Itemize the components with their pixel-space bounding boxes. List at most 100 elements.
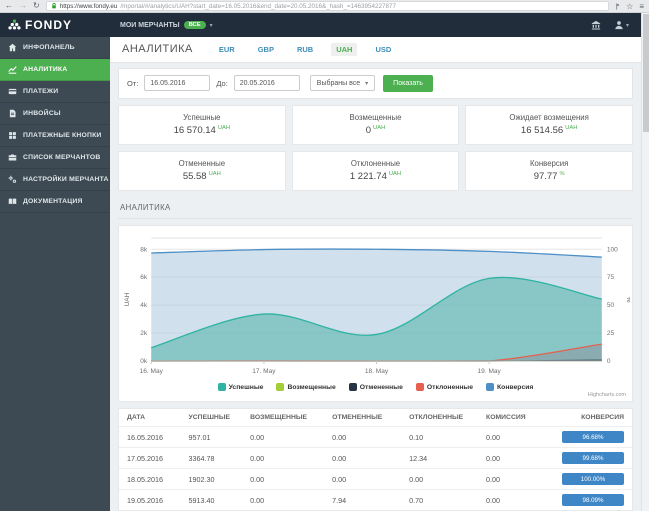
table-row: 16.05.2016 957.01 0.00 0.00 0.10 0.00 96.68% [119,426,632,448]
browser-forward-icon[interactable]: → [19,2,27,10]
fondy-logo[interactable]: FONDY [8,18,108,32]
cell-refunded: 0.00 [242,489,325,510]
cell-fee: 0.00 [478,489,540,510]
cell-declined: 0.00 [401,468,479,490]
svg-text:0: 0 [607,358,611,365]
home-icon [8,43,18,52]
briefcase-icon [8,153,18,162]
page-tools-icon[interactable] [615,2,620,10]
browser-reload-icon[interactable]: ↻ [33,2,40,10]
svg-text:18. May: 18. May [365,368,389,375]
tab-currency-rub[interactable]: RUB [292,43,318,56]
svg-text:6k: 6k [140,274,148,281]
sidebar-item-payment-buttons[interactable]: ПЛАТЕЖНЫЕ КНОПКИ [0,125,110,147]
legend-swatch [348,383,357,391]
fondy-logo-icon [8,19,21,31]
stat-value: 16 570.14 UAH [173,124,231,136]
stat-unit: UAH [217,124,231,131]
table-row: 18.05.2016 1902.30 0.00 0.00 0.00 0.00 100.00% [119,468,632,490]
sidebar-item-merchant-list[interactable]: СПИСОК МЕРЧАНТОВ [0,147,110,169]
analytics-chart: 0k 2k 4k 6k 8k 0 25 50 75 100 UAH% 16. May 17. May 18… [121,230,630,381]
browser-actions: ☆ ≡ [615,2,644,11]
date-to-label: До: [216,78,228,88]
sidebar-menu: ИНФОПАНЕЛЬ АНАЛИТИКА ПЛАТЕЖИ ИНВОЙСЫ ПЛАТЕЖН… [0,37,110,511]
cell-refunded: 0.00 [242,468,325,490]
stat-unit: UAH [388,170,402,177]
sidebar-item-merchant-settings[interactable]: НАСТРОЙКИ МЕРЧАНТА [0,169,110,191]
stat-unit: UAH [565,124,578,131]
column-header-1: УСПЕШНЫЕ [188,414,231,421]
svg-text:75: 75 [607,274,615,281]
merchants-dropdown[interactable]: МОИ МЕРЧАНТЫ ВСЕ ▾ [120,21,213,29]
merchant-portal-icon[interactable] [591,20,601,30]
page-scrollbar[interactable] [641,13,649,511]
cell-refunded: 0.00 [242,447,325,469]
invoice-icon [8,109,18,118]
browser-back-icon[interactable]: ← [5,2,13,10]
legend-item-1[interactable]: Возмещенные [276,383,336,391]
date-from-input[interactable] [144,75,211,91]
legend-label: Отмененные [359,383,403,391]
scrollbar-thumb[interactable] [643,14,649,132]
cell-conversion: 96.68% [539,426,632,448]
stat-label: Отмененные [178,158,226,168]
conversion-badge: 98.09% [562,494,624,506]
legend-item-0[interactable]: Успешные [217,383,264,391]
date-to-input[interactable] [233,75,300,91]
book-icon [8,197,18,206]
stat-unit: UAH [373,124,386,131]
legend-label: Успешные [228,383,264,391]
stat-card-0: Успешные 16 570.14 UAH [118,104,286,145]
show-button[interactable]: Показать [383,74,433,92]
cell-success: 957.01 [180,426,243,448]
tab-currency-usd[interactable]: USD [370,43,396,56]
tab-currency-uah[interactable]: UAH [331,42,358,56]
svg-text:16. May: 16. May [140,368,164,375]
legend-swatch [276,383,285,391]
sidebar-item-analytics[interactable]: АНАЛИТИКА [0,59,110,81]
cell-declined: 0.10 [401,426,479,448]
legend-item-2[interactable]: Отмененные [348,383,403,391]
cell-reversed: 0.00 [324,468,402,490]
legend-item-4[interactable]: Конверсия [486,383,533,391]
user-icon [614,20,624,30]
https-padlock-icon [51,2,57,10]
merchants-select[interactable]: Выбраны все ▾ [309,75,376,91]
address-bar[interactable]: https://www.fondy.eu/mportal/#/analytics… [45,1,610,11]
sidebar-item-documentation[interactable]: ДОКУМЕНТАЦИЯ [0,191,110,213]
sidebar-item-dashboard[interactable]: ИНФОПАНЕЛЬ [0,37,110,59]
browser-menu-icon[interactable]: ≡ [639,2,644,11]
legend-swatch [486,383,495,391]
legend-swatch [217,383,226,391]
filter-panel: От: До: Выбраны все ▾ Показать [118,67,633,99]
chart-card: 0k 2k 4k 6k 8k 0 25 50 75 100 UAH% 16. May 17. May 18… [118,224,633,402]
sidebar-item-label: ДОКУМЕНТАЦИЯ [23,198,83,205]
gears-icon [8,175,18,184]
chevron-down-icon: ▾ [365,80,369,87]
highcharts-credit: Highcharts.com [587,392,626,398]
svg-text:50: 50 [607,302,615,309]
merchants-all-badge: ВСЕ [183,21,206,29]
cell-conversion: 99.68% [539,447,632,469]
stat-value: 55.58 UAH [182,170,221,182]
tab-currency-eur[interactable]: EUR [214,43,240,56]
keypad-icon [8,131,18,140]
brand-name: FONDY [25,18,72,32]
conversion-badge: 100.00% [562,473,624,485]
cell-declined: 0.70 [401,489,479,510]
user-menu[interactable]: ▾ [614,20,629,30]
svg-text:17. May: 17. May [252,368,276,375]
daily-stats-table: ДАТА УСПЕШНЫЕ ВОЗМЕЩЕННЫЕ ОТМЕНЕННЫЕ ОТКЛОНЕ… [118,408,633,511]
sidebar-item-invoices[interactable]: ИНВОЙСЫ [0,103,110,125]
date-from-label: От: [127,78,139,88]
column-header-4: ОТКЛОНЕННЫЕ [409,414,464,421]
stat-label: Отклоненные [350,158,401,168]
legend-item-3[interactable]: Отклоненные [415,383,474,391]
sidebar-item-payments[interactable]: ПЛАТЕЖИ [0,81,110,103]
chart-legend: Успешные Возмещенные Отмененные Отклоненные… [121,381,630,392]
cell-reversed: 0.00 [324,447,402,469]
legend-label: Отклоненные [426,383,474,391]
bookmark-star-icon[interactable]: ☆ [626,2,633,11]
cell-fee: 0.00 [478,447,540,469]
tab-currency-gbp[interactable]: GBP [253,43,279,56]
